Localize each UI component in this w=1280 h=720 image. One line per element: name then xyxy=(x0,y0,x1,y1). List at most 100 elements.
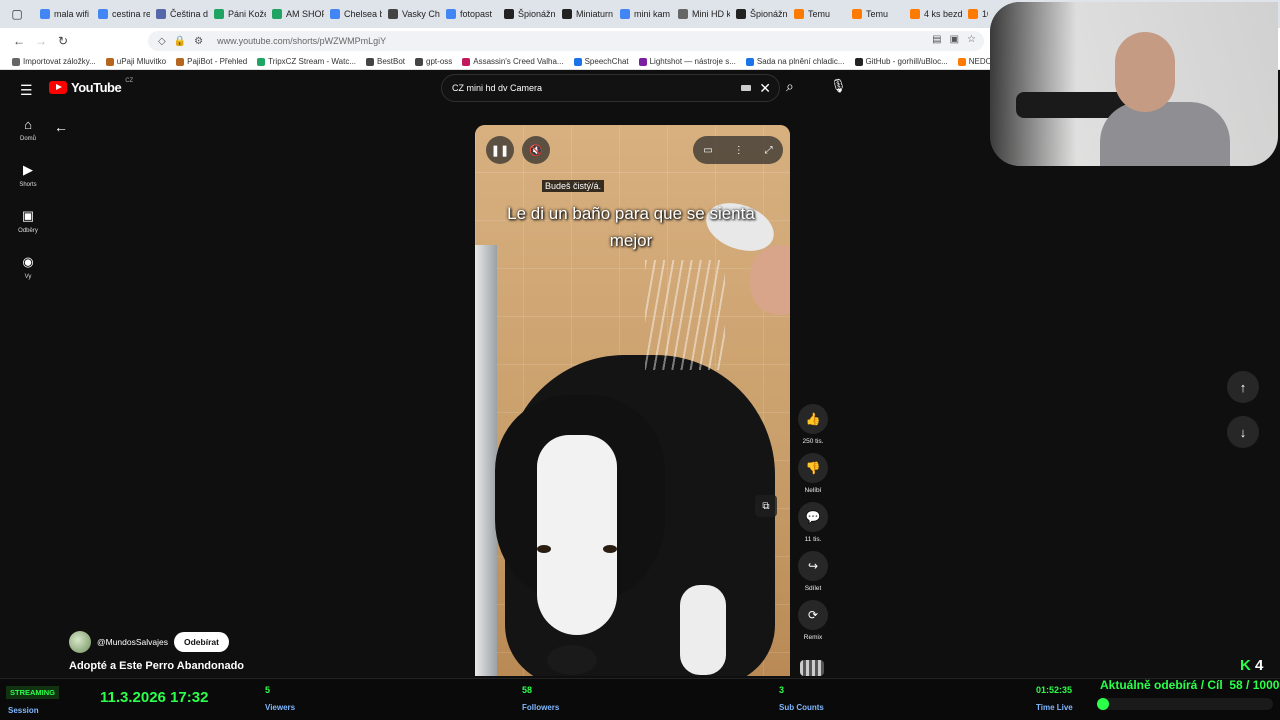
browser-tab[interactable]: 10 xyxy=(962,0,988,28)
browser-tab[interactable]: Špionážn xyxy=(498,0,556,28)
sub-goal-label: Aktuálně odebírá / Cíl xyxy=(1100,678,1223,692)
youtube-logo[interactable]: YouTube CZ xyxy=(49,78,133,95)
browser-tab[interactable]: Chelsea b xyxy=(324,0,382,28)
reload-icon[interactable]: ↻ xyxy=(52,34,74,48)
channel-name[interactable]: @MundosSalvajes xyxy=(97,637,168,647)
bookmark-item[interactable]: Importovat záložky... xyxy=(12,57,96,66)
browser-tab[interactable]: Vasky Ch xyxy=(382,0,440,28)
bookmark-item[interactable]: TripxCZ Stream - Watc... xyxy=(257,57,356,66)
fullscreen-icon[interactable]: ⤢ xyxy=(765,145,773,156)
pause-icon[interactable]: ❚❚ xyxy=(486,136,514,164)
bookmark-favicon-icon xyxy=(366,57,375,66)
side-navigation: ⌂ Domů ▶ Shorts ▣ Odběry ◉ Vy xyxy=(0,106,56,290)
bookmark-item[interactable]: SpeechChat xyxy=(573,57,629,66)
tab-favicon-icon xyxy=(214,9,224,19)
like-icon[interactable]: 👍 xyxy=(798,404,828,434)
browser-tab[interactable]: cestina re xyxy=(92,0,150,28)
next-short-icon[interactable]: ↓ xyxy=(1227,416,1259,448)
bookmark-item[interactable]: gpt-oss xyxy=(415,57,452,66)
home-icon: ⌂ xyxy=(24,116,32,132)
like-action: 👍 250 tis. xyxy=(796,404,830,453)
browser-tab[interactable]: Miniaturn xyxy=(556,0,614,28)
more-options-icon[interactable]: ⋮ xyxy=(734,145,744,156)
browser-tab[interactable]: Špionážn xyxy=(730,0,788,28)
browser-tab[interactable]: Mini HD kam xyxy=(672,0,730,28)
shower-water xyxy=(645,260,725,370)
bookmark-item[interactable]: GitHub - gorhill/uBloc... xyxy=(854,57,948,66)
bookmark-label: PajiBot - Přehled xyxy=(187,57,248,66)
channel-info: @MundosSalvajes Odebírat xyxy=(69,631,229,653)
browser-tab[interactable]: mala wifi xyxy=(34,0,92,28)
sub-goal-progress-bar xyxy=(1097,698,1273,710)
share-label: Sdílet xyxy=(804,585,822,592)
streaming-badge: STREAMING xyxy=(6,686,59,699)
subscribe-button[interactable]: Odebírat xyxy=(174,632,229,652)
sidebar-item-profile[interactable]: ◉ Vy xyxy=(0,244,56,290)
subscriptions-icon: ▣ xyxy=(21,208,35,223)
comments-icon[interactable]: 💬 xyxy=(798,502,828,532)
picture-in-picture-icon[interactable]: ⧉ xyxy=(755,495,777,517)
sidebar-item-label: Domů xyxy=(19,135,36,142)
dislike-action: 👎 Nelíbí xyxy=(796,453,830,502)
bookmark-favicon-icon xyxy=(105,57,114,66)
bookmark-item[interactable]: Sada na plnění chladic... xyxy=(745,57,845,66)
bookmark-favicon-icon xyxy=(176,57,185,66)
back-arrow-icon[interactable]: ← xyxy=(54,119,68,135)
browser-tab[interactable]: Čeština d xyxy=(150,0,208,28)
captions-icon[interactable]: ▭ xyxy=(703,145,712,156)
share-icon[interactable]: ↪ xyxy=(798,551,828,581)
back-icon[interactable]: ← xyxy=(8,34,30,48)
share-action: ↪ Sdílet xyxy=(796,551,830,600)
search-input[interactable]: CZ mini hd dv Camera ✕ xyxy=(441,74,780,102)
mute-icon[interactable]: 🔇 xyxy=(522,136,550,164)
video-door-frame xyxy=(475,245,497,676)
webcam-overlay xyxy=(990,2,1278,166)
search-icon[interactable]: ⌕ xyxy=(786,78,794,95)
bookmark-favicon-icon xyxy=(573,57,582,66)
browser-tab[interactable]: mini kam xyxy=(614,0,672,28)
sidebar-item-home[interactable]: ⌂ Domů xyxy=(0,106,56,152)
remix-icon[interactable]: ⟳ xyxy=(798,600,828,630)
forward-icon[interactable]: → xyxy=(30,34,52,48)
bookmark-item[interactable]: Assassin's Creed Valha... xyxy=(462,57,564,66)
screenshot-icon[interactable]: ▣ xyxy=(950,34,959,45)
microphone-icon[interactable]: 🎙 xyxy=(830,78,847,94)
bookmark-favicon-icon xyxy=(745,57,754,66)
shorts-icon: ▶ xyxy=(23,162,33,177)
bookmark-item[interactable]: Lightshot — nástroje s... xyxy=(638,57,736,66)
menu-icon[interactable]: ☰ xyxy=(20,82,33,99)
sidebar-item-shorts[interactable]: ▶ Shorts xyxy=(0,152,56,198)
avatar[interactable] xyxy=(69,631,91,653)
browser-tab[interactable]: fotopast xyxy=(440,0,498,28)
bookmark-favicon-icon xyxy=(12,57,20,66)
browser-tab[interactable]: Temu xyxy=(788,0,846,28)
browser-tab[interactable]: Temu xyxy=(846,0,904,28)
sidebar-item-subscriptions[interactable]: ▣ Odběry xyxy=(0,198,56,244)
bookmark-item[interactable]: PajiBot - Přehled xyxy=(176,57,247,66)
browser-tab[interactable]: 4 ks bezd xyxy=(904,0,962,28)
permissions-icon[interactable]: ⚙ xyxy=(194,36,203,47)
bookmark-label: Assassin's Creed Valha... xyxy=(473,57,564,66)
shield-icon[interactable]: ◇ xyxy=(158,36,166,47)
tab-favicon-icon xyxy=(98,9,108,19)
tab-label: Čeština d xyxy=(170,9,208,19)
browser-tab[interactable]: Páni Kože xyxy=(208,0,266,28)
address-bar-actions: ▤ ▣ ☆ xyxy=(932,34,976,45)
address-bar[interactable]: ◇ 🔒 ⚙ www.youtube.com/shorts/pWZWMPmLgiY… xyxy=(148,31,984,51)
bookmark-item[interactable]: BestBot xyxy=(366,57,405,66)
dislike-icon[interactable]: 👎 xyxy=(798,453,828,483)
bookmark-item[interactable]: uPaji Mluvitko xyxy=(105,57,166,66)
audio-track-thumbnail[interactable] xyxy=(800,660,824,676)
url-text[interactable]: www.youtube.com/shorts/pWZWMPmLgiY xyxy=(217,36,386,46)
bookmark-star-icon[interactable]: ☆ xyxy=(967,34,976,45)
previous-short-icon[interactable]: ↑ xyxy=(1227,371,1259,403)
clear-search-icon[interactable]: ✕ xyxy=(759,80,771,97)
tab-list-icon[interactable]: ▢ xyxy=(0,0,34,28)
sidebar-item-label: Vy xyxy=(24,274,32,280)
reader-mode-icon[interactable]: ▤ xyxy=(932,34,941,45)
bookmark-label: SpeechChat xyxy=(584,57,629,66)
browser-tab[interactable]: AM SHOP xyxy=(266,0,324,28)
keyboard-icon[interactable] xyxy=(741,85,751,91)
lock-icon[interactable]: 🔒 xyxy=(174,36,186,47)
tab-favicon-icon xyxy=(504,9,514,19)
